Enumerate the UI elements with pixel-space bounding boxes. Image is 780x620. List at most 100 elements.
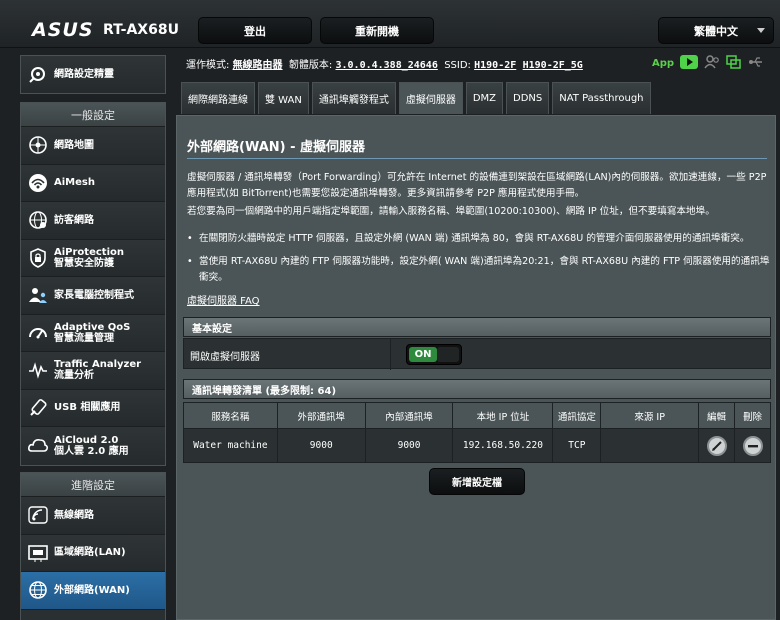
status-icons: App: [652, 54, 764, 72]
description-paragraph: 虛擬伺服器 / 通訊埠轉發（Port Forwarding）可允許在 Inter…: [187, 172, 767, 199]
title-divider: [187, 158, 767, 159]
sidebar-item-label-line1: AiCloud 2.0: [54, 434, 119, 446]
reboot-button[interactable]: 重新開機: [320, 17, 434, 44]
shield-icon: [27, 247, 49, 269]
mode-label: 運作模式:: [186, 60, 230, 71]
sidebar-item-lan[interactable]: 區域網路(LAN): [21, 534, 165, 572]
sidebar-item-network-map[interactable]: 網路地圖: [21, 127, 165, 165]
minus-icon: [747, 444, 758, 447]
sidebar-item-label-line1: Adaptive QoS: [54, 321, 131, 333]
tab-virtual-server[interactable]: 虛擬伺服器: [398, 82, 463, 114]
globe-icon: [27, 579, 49, 601]
tab-bar: 網際網路連線 雙 WAN 通訊埠觸發程式 虛擬伺服器 DMZ DDNS NAT …: [181, 82, 651, 114]
tab-internet-connection[interactable]: 網際網路連線: [181, 82, 255, 114]
sidebar-item-label-line1: AiProtection: [54, 246, 124, 258]
ssid-value-2[interactable]: H190-2F_5G: [523, 60, 583, 71]
ssid-value-1[interactable]: H190-2F: [474, 60, 516, 71]
sidebar-item-usb[interactable]: USB 相關應用: [21, 389, 165, 427]
play-icon[interactable]: [680, 54, 699, 72]
column-header: 內部通訊埠: [364, 402, 454, 429]
sidebar-item-label-line1: Traffic Analyzer: [54, 359, 142, 371]
sidebar-item-label: 無線網路: [54, 509, 94, 521]
sidebar-item-adaptive-qos[interactable]: Adaptive QoS 智慧流量管理: [21, 314, 165, 352]
language-select[interactable]: 繁體中文: [658, 17, 774, 44]
delete-cell: [734, 428, 771, 463]
model-name: RT-AX68U: [103, 22, 179, 38]
sidebar-item-wireless[interactable]: 無線網路: [21, 497, 165, 535]
sidebar-item-aicloud[interactable]: AiCloud 2.0 個人雲 2.0 應用: [21, 427, 165, 465]
sidebar-item-label-line2: 智慧安全防護: [54, 257, 114, 269]
basic-settings-heading: 基本設定: [183, 317, 771, 337]
sidebar-item-quick-setup[interactable]: 網路設定精靈: [21, 56, 165, 93]
status-line: 運作模式: 無線路由器 韌體版本: 3.0.0.4.388_24646 SSID…: [186, 56, 583, 71]
local-ip-cell: 192.168.50.220: [452, 428, 554, 463]
logout-button[interactable]: 登出: [198, 17, 312, 44]
add-profile-button[interactable]: 新增設定檔: [429, 468, 525, 495]
network-map-icon: [27, 134, 49, 156]
guest-network-icon: [27, 209, 49, 231]
external-port-cell: 9000: [276, 428, 366, 463]
page-title: 外部網路(WAN) - 虛擬伺服器: [187, 140, 366, 155]
sidebar-item-label: 外部網路(WAN): [54, 584, 130, 596]
tab-port-trigger[interactable]: 通訊埠觸發程式: [311, 82, 396, 114]
sidebar-item-label-line2: 智慧流量管理: [54, 332, 114, 344]
column-header: 通訊協定: [552, 402, 602, 429]
usb-icon: [27, 397, 49, 419]
usb-icon[interactable]: [748, 55, 764, 72]
delete-button[interactable]: [742, 435, 763, 456]
sidebar-item-label: 網路設定精靈: [54, 69, 114, 80]
source-ip-cell: [600, 428, 700, 463]
column-header: 來源 IP: [600, 402, 700, 429]
sidebar-item-label: AiProtection 智慧安全防護: [54, 247, 162, 269]
sidebar-item-label: Traffic Analyzer 流量分析: [54, 359, 162, 381]
tab-dmz[interactable]: DMZ: [465, 82, 504, 114]
sidebar-item-label: USB 相關應用: [54, 402, 121, 414]
main-panel: 外部網路(WAN) - 虛擬伺服器 虛擬伺服器 / 通訊埠轉發（Port For…: [176, 115, 776, 620]
protocol-cell: TCP: [552, 428, 602, 463]
firmware-value[interactable]: 3.0.0.4.388_24646: [335, 60, 437, 71]
toggle-knob: [437, 347, 459, 362]
sidebar-item-label: 訪客網路: [54, 214, 94, 226]
wifi-icon: [27, 504, 49, 526]
advanced-section: 進階設定 無線網路 區域網路(LAN) 外部網路(WAN): [20, 472, 166, 620]
tab-nat-passthrough[interactable]: NAT Passthrough: [552, 82, 651, 114]
edit-button[interactable]: [706, 435, 727, 456]
enable-virtual-server-label: 開啟虛擬伺服器: [190, 352, 260, 363]
sidebar-item-label: AiCloud 2.0 個人雲 2.0 應用: [54, 435, 162, 457]
note-ftp-conflict: 當使用 RT-AX68U 內建的 FTP 伺服器功能時，設定外網( WAN 端)…: [187, 254, 772, 285]
sidebar-item-aiprotection[interactable]: AiProtection 智慧安全防護: [21, 239, 165, 277]
sidebar-item-label: 區域網路(LAN): [54, 547, 126, 559]
enable-virtual-server-toggle[interactable]: ON: [406, 344, 462, 365]
column-header: 本地 IP 位址: [452, 402, 554, 429]
sidebar-item-guest-network[interactable]: 訪客網路: [21, 202, 165, 240]
app-link[interactable]: App: [652, 58, 674, 69]
asus-logo: ASUS: [32, 19, 94, 41]
sidebar-item-wan[interactable]: 外部網路(WAN): [21, 572, 165, 610]
users-icon[interactable]: [704, 54, 720, 72]
faq-link[interactable]: 虛擬伺服器 FAQ: [187, 292, 260, 307]
chevron-down-icon: [757, 28, 765, 33]
sidebar-item-parental-control[interactable]: 家長電腦控制程式: [21, 277, 165, 315]
column-header: 刪除: [734, 402, 771, 429]
language-label: 繁體中文: [694, 24, 738, 38]
firmware-label: 韌體版本:: [288, 60, 333, 71]
enable-virtual-server-row: 開啟虛擬伺服器 ON: [183, 338, 771, 370]
description-note: 若您要為同一個網路中的用戶端指定埠範圍，請輸入服務名稱、埠範圍(10200:10…: [187, 206, 715, 217]
sidebar-item-label: 家長電腦控制程式: [54, 289, 134, 301]
ssid-label: SSID:: [444, 60, 471, 71]
tab-dual-wan[interactable]: 雙 WAN: [258, 82, 309, 114]
tab-ddns[interactable]: DDNS: [506, 82, 550, 114]
aimesh-icon: [27, 172, 49, 194]
gauge-icon: [27, 322, 49, 344]
sidebar-item-label-line2: 流量分析: [54, 370, 94, 382]
sidebar-item-traffic-analyzer[interactable]: Traffic Analyzer 流量分析: [21, 352, 165, 390]
general-section: 一般設定 網路地圖 AiMesh 訪客網路 AiProtection 智慧安全防…: [20, 102, 166, 466]
copy-icon[interactable]: [726, 54, 742, 72]
edit-cell: [698, 428, 735, 463]
note-http-conflict: 在關閉防火牆時設定 HTTP 伺服器，且設定外網 (WAN 端) 通訊埠為 80…: [187, 231, 772, 247]
analyzer-icon: [27, 359, 49, 381]
sidebar-item-aimesh[interactable]: AiMesh: [21, 164, 165, 202]
table-row: Water machine 9000 9000 192.168.50.220 T…: [183, 428, 771, 463]
table-header-row: 服務名稱 外部通訊埠 內部通訊埠 本地 IP 位址 通訊協定 來源 IP 編輯 …: [183, 402, 771, 429]
mode-value[interactable]: 無線路由器: [233, 60, 283, 71]
